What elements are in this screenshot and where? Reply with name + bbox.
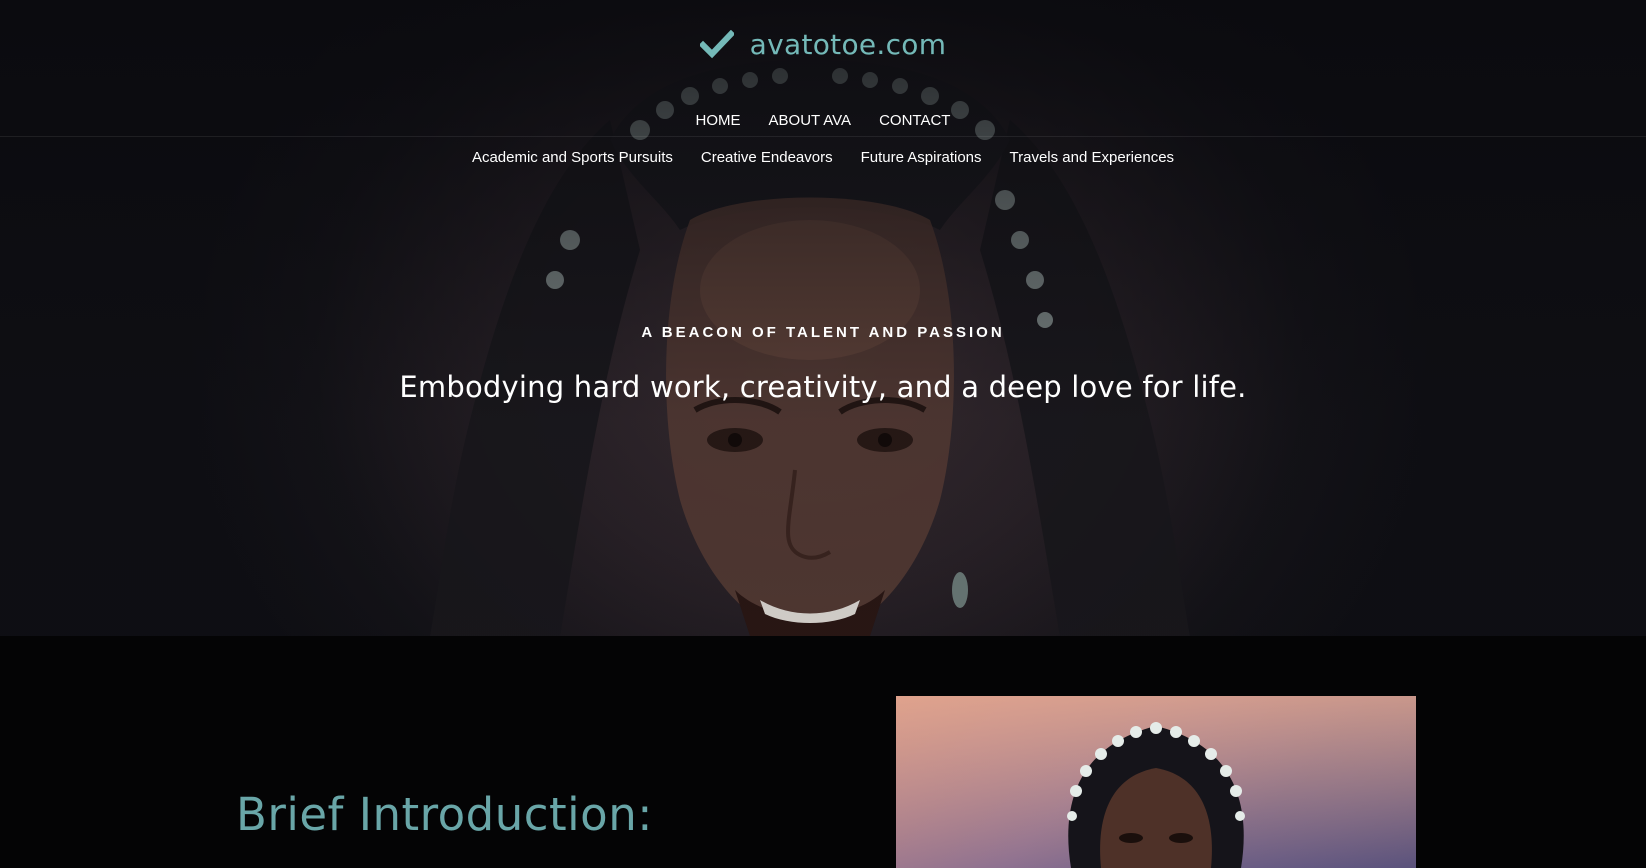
hero-overlay bbox=[0, 0, 1646, 636]
page: avatotoe.com HOME ABOUT AVA CONTACT Acad… bbox=[0, 0, 1646, 868]
primary-nav: HOME ABOUT AVA CONTACT bbox=[0, 112, 1646, 129]
nav-item-future-aspirations[interactable]: Future Aspirations bbox=[861, 149, 982, 166]
hero-headline: Embodying hard work, creativity, and a d… bbox=[399, 370, 1247, 404]
hero-section: avatotoe.com HOME ABOUT AVA CONTACT Acad… bbox=[0, 0, 1646, 636]
intro-portrait-illustration bbox=[896, 696, 1416, 868]
checkmark-icon bbox=[699, 29, 734, 58]
nav-divider bbox=[0, 136, 1646, 137]
site-logo-text: avatotoe.com bbox=[749, 28, 947, 61]
nav-item-about-ava[interactable]: ABOUT AVA bbox=[769, 112, 852, 129]
nav-item-academic-sports[interactable]: Academic and Sports Pursuits bbox=[472, 149, 673, 166]
nav-item-home[interactable]: HOME bbox=[696, 112, 741, 129]
site-logo[interactable]: avatotoe.com bbox=[0, 28, 1646, 61]
nav-item-travels-experiences[interactable]: Travels and Experiences bbox=[1010, 149, 1175, 166]
hero-kicker: A BEACON OF TALENT AND PASSION bbox=[641, 324, 1005, 341]
secondary-nav: Academic and Sports Pursuits Creative En… bbox=[0, 149, 1646, 166]
nav-item-creative-endeavors[interactable]: Creative Endeavors bbox=[701, 149, 833, 166]
intro-section: Brief Introduction: bbox=[0, 636, 1646, 868]
intro-title: Brief Introduction: bbox=[236, 788, 653, 841]
nav-item-contact[interactable]: CONTACT bbox=[879, 112, 950, 129]
intro-portrait-image bbox=[896, 696, 1416, 868]
